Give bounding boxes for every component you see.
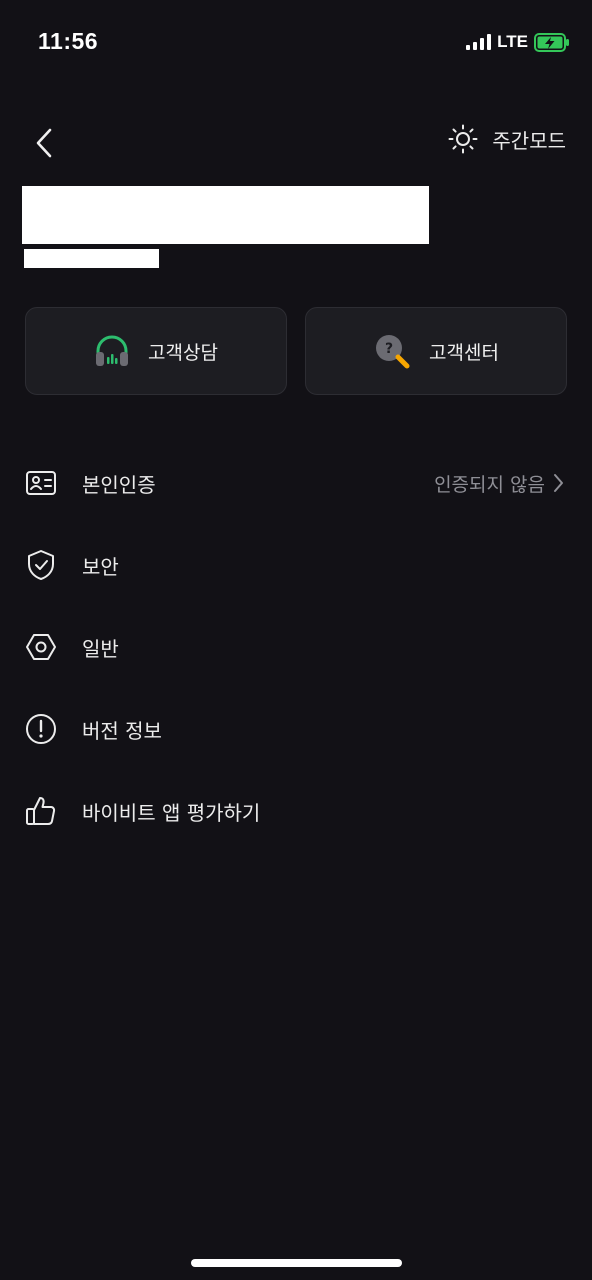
day-mode-label: 주간모드 [492,128,566,153]
id-card-icon [25,467,57,499]
menu-label: 보안 [82,554,119,579]
chevron-left-icon [36,128,52,158]
settings-menu: 본인인증 인증되지 않음 보안 일반 버전 정보 바이비트 앱 평가하기 [0,442,592,852]
hexagon-settings-icon [25,631,57,663]
menu-item-general[interactable]: 일반 [0,606,592,688]
verification-status: 인증되지 않음 [434,470,564,497]
headset-icon [96,335,129,366]
status-time: 11:56 [38,28,99,54]
battery-icon [534,32,569,52]
help-search-icon: ? [376,335,410,369]
signal-icon [466,34,492,50]
thumbs-up-icon [25,795,57,827]
profile-name-redacted [22,186,429,244]
menu-label: 버전 정보 [82,718,162,743]
menu-item-rate-app[interactable]: 바이비트 앱 평가하기 [0,770,592,852]
menu-item-security[interactable]: 보안 [0,524,592,606]
shield-check-icon [25,549,57,581]
customer-consult-button[interactable]: 고객상담 [25,307,287,395]
customer-center-label: 고객센터 [429,341,499,364]
menu-item-version-info[interactable]: 버전 정보 [0,688,592,770]
status-indicators: LTE [466,32,570,52]
customer-consult-label: 고객상담 [148,341,218,364]
menu-label: 일반 [82,636,119,661]
profile-id-redacted [24,249,159,268]
menu-item-identity-verification[interactable]: 본인인증 인증되지 않음 [0,442,592,524]
home-indicator[interactable] [191,1259,402,1267]
verification-status-text: 인증되지 않음 [434,473,545,496]
chevron-right-icon [554,474,563,492]
svg-text:?: ? [385,341,393,357]
day-mode-button[interactable]: 주간모드 [448,124,566,154]
info-circle-icon [25,713,57,745]
back-button[interactable] [22,120,66,166]
customer-center-button[interactable]: ? 고객센터 [305,307,567,395]
menu-label: 바이비트 앱 평가하기 [82,800,261,825]
sun-icon [448,124,478,154]
support-row: 고객상담 ? 고객센터 [25,307,567,395]
status-bar: 11:56 LTE [0,0,592,90]
top-nav: 주간모드 [0,120,592,170]
menu-label: 본인인증 [82,472,156,497]
network-label: LTE [497,32,528,51]
